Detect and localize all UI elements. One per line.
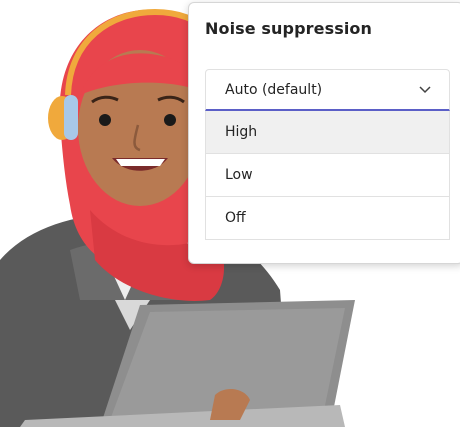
dropdown-selected-value: Auto (default) [225,82,323,98]
option-label: Off [225,210,246,226]
option-off[interactable]: Off [205,197,450,240]
option-label: High [225,124,258,140]
panel-title: Noise suppression [205,19,372,38]
chevron-down-icon [419,86,431,94]
option-high[interactable]: High [205,111,450,154]
option-label: Low [225,167,253,183]
option-low[interactable]: Low [205,154,450,197]
noise-suppression-panel: Noise suppression Auto (default) High Lo… [188,2,460,264]
noise-suppression-dropdown[interactable]: Auto (default) [205,69,450,111]
